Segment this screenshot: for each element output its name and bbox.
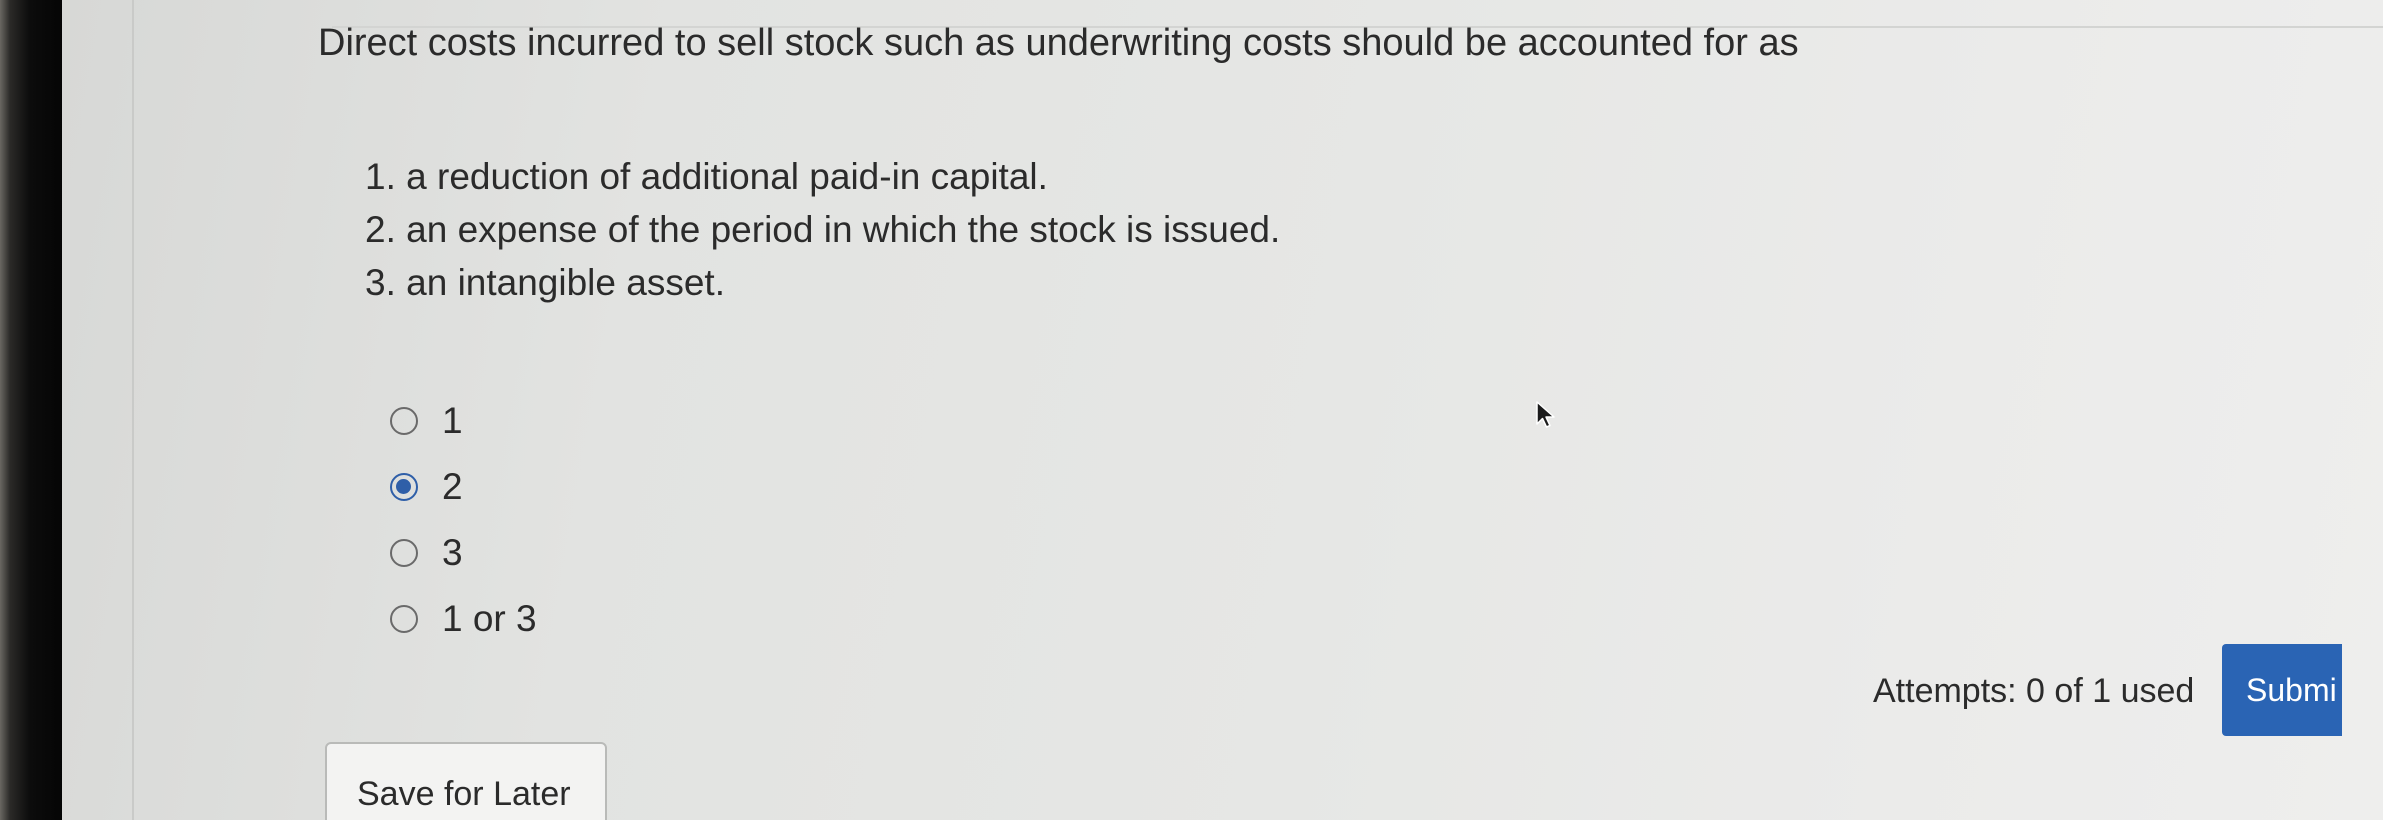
option-label: 1	[442, 400, 463, 441]
save-for-later-button[interactable]: Save for Later	[325, 742, 607, 820]
mouse-pointer-icon	[1536, 401, 1555, 428]
radio-button[interactable]	[390, 539, 418, 567]
radio-button[interactable]	[390, 605, 418, 633]
statement-list: 1. a reduction of additional paid-in cap…	[365, 150, 1280, 309]
panel-divider	[132, 0, 134, 820]
statement-item: 3. an intangible asset.	[365, 262, 725, 303]
answer-option-1[interactable]: 1	[390, 388, 537, 454]
option-label: 2	[442, 466, 463, 507]
answer-option-2[interactable]: 2	[390, 454, 537, 520]
statement-item: 2. an expense of the period in which the…	[365, 209, 1281, 250]
statement-item: 1. a reduction of additional paid-in cap…	[365, 156, 1048, 197]
answer-option-3[interactable]: 3	[390, 520, 537, 586]
answer-option-1-or-3[interactable]: 1 or 3	[390, 586, 537, 652]
monitor-bezel	[0, 0, 62, 820]
radio-button-selected[interactable]	[390, 473, 418, 501]
radio-button[interactable]	[390, 407, 418, 435]
option-label: 3	[442, 532, 463, 573]
submit-button[interactable]: Submi	[2222, 644, 2342, 736]
option-label: 1 or 3	[442, 598, 537, 639]
answer-options: 1 2 3 1 or 3	[390, 388, 537, 652]
attempts-counter: Attempts: 0 of 1 used	[1873, 672, 2195, 710]
question-prompt: Direct costs incurred to sell stock such…	[318, 22, 1799, 64]
